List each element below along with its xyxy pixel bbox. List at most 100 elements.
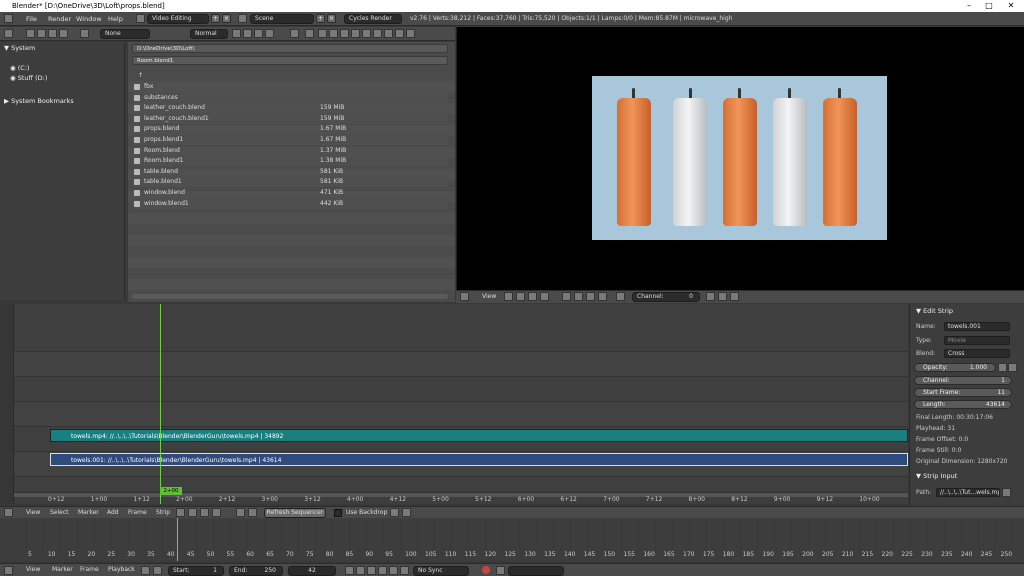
prev-keyframe-icon[interactable] <box>356 566 365 575</box>
scene-field[interactable]: Scene <box>250 14 314 24</box>
sync-mode-dropdown[interactable]: No Sync <box>413 566 469 576</box>
menu-view[interactable]: View <box>482 291 496 303</box>
drive-d[interactable]: ◉ Stuff (D:) <box>10 74 47 82</box>
file-row[interactable]: substances <box>132 91 448 103</box>
file-row[interactable]: leather_couch.blend1 159 MiB <box>132 112 448 124</box>
use-backdrop-checkbox[interactable] <box>334 509 342 517</box>
menu-marker[interactable]: Marker <box>52 564 73 576</box>
display-mode-icon[interactable] <box>504 292 513 301</box>
snap-icon[interactable] <box>212 508 221 517</box>
lock-icon[interactable] <box>1008 363 1017 372</box>
back-arrow-icon[interactable] <box>26 29 35 38</box>
filter-font-icon[interactable] <box>373 29 382 38</box>
strip-input-panel[interactable]: ▼ Strip Input <box>916 472 957 480</box>
lock-icon[interactable] <box>248 508 257 517</box>
remove-layout-button[interactable]: × <box>222 14 231 23</box>
camera-icon[interactable] <box>390 508 399 517</box>
parent-dir-icon[interactable] <box>48 29 57 38</box>
backdrop-icon[interactable] <box>706 292 715 301</box>
view-type-icon[interactable] <box>188 508 197 517</box>
movie-strip-towels-001[interactable]: towels.001: //..\..\..\Tutorials\Blender… <box>50 453 908 466</box>
filter-movie-icon[interactable] <box>351 29 360 38</box>
strip-name-field[interactable]: towels.001 <box>944 322 1010 331</box>
filter-text-icon[interactable] <box>395 29 404 38</box>
editor-type-icon[interactable] <box>4 508 13 517</box>
hide-dot-icon[interactable] <box>290 29 299 38</box>
directory-path-field[interactable]: D:\OneDrive\3D\Loft\ <box>132 44 448 53</box>
sort-ext-icon[interactable] <box>243 29 252 38</box>
strip-path-field[interactable]: //..\..\..\Tut...wels.mp4 <box>936 488 1000 497</box>
channel-slider[interactable]: Channel: 1 <box>914 376 1012 385</box>
menu-window[interactable]: Window <box>76 12 102 26</box>
jump-start-icon[interactable] <box>345 566 354 575</box>
file-row[interactable]: window.blend 471 KiB <box>132 187 448 198</box>
channels-icon[interactable] <box>200 508 209 517</box>
file-row[interactable]: fbx <box>132 81 448 92</box>
scopes-icon[interactable] <box>616 292 625 301</box>
add-scene-button[interactable]: + <box>316 14 325 23</box>
next-keyframe-icon[interactable] <box>389 566 398 575</box>
file-row[interactable]: Room.blend 1.37 MiB <box>132 145 448 156</box>
start-frame-slider[interactable]: Start Frame: 11 <box>914 388 1012 397</box>
file-row[interactable]: Room.blend1 1.38 MiB <box>132 155 448 167</box>
file-row[interactable]: window.blend1 442 KiB <box>132 197 448 209</box>
display-mode-icon[interactable] <box>176 508 185 517</box>
scene-icon[interactable] <box>238 14 247 23</box>
sort-size-icon[interactable] <box>265 29 274 38</box>
record-icon[interactable] <box>482 566 490 574</box>
menu-render[interactable]: Render <box>48 12 71 26</box>
render-icon[interactable] <box>402 508 411 517</box>
blend-dropdown[interactable]: Cross <box>944 349 1010 358</box>
sort-alpha-icon[interactable] <box>232 29 241 38</box>
minimize-button[interactable]: – <box>958 0 980 12</box>
camera-icon[interactable] <box>718 292 727 301</box>
add-layout-button[interactable]: + <box>211 14 220 23</box>
remove-scene-button[interactable]: × <box>327 14 336 23</box>
screen-layout-field[interactable]: Video Editing <box>147 14 209 24</box>
safe-area-icon[interactable] <box>598 292 607 301</box>
refresh-sequencer-button[interactable]: Refresh Sequencer <box>264 508 326 518</box>
screen-layout-icon[interactable] <box>136 14 145 23</box>
drive-c[interactable]: ◉ (C:) <box>10 64 30 72</box>
filter-script-icon[interactable] <box>362 29 371 38</box>
overlay-icon[interactable] <box>236 508 245 517</box>
file-row[interactable]: props.blend1 1.67 MiB <box>132 134 448 145</box>
keyframe-icon[interactable] <box>998 363 1007 372</box>
play-reverse-icon[interactable] <box>367 566 376 575</box>
system-section[interactable]: ▼ System <box>4 44 35 52</box>
file-row[interactable]: props.blend 1.67 MiB <box>132 123 448 134</box>
forward-arrow-icon[interactable] <box>37 29 46 38</box>
lock-icon[interactable] <box>153 566 162 575</box>
channel-field[interactable]: Channel: 0 <box>632 292 700 302</box>
menu-view[interactable]: View <box>26 564 40 576</box>
gpu-icon[interactable] <box>586 292 595 301</box>
keying-set-field[interactable] <box>508 566 564 576</box>
edit-strip-panel[interactable]: ▼ Edit Strip <box>916 307 953 315</box>
overlay-icon[interactable] <box>562 292 571 301</box>
movie-strip-towels-mp4[interactable]: towels.mp4: //..\..\..\Tutorials\Blender… <box>50 429 908 442</box>
start-frame-field[interactable]: Start: 1 <box>168 566 224 576</box>
end-frame-field[interactable]: End: 250 <box>229 566 283 576</box>
editor-type-icon[interactable] <box>4 14 13 23</box>
refresh-icon[interactable] <box>59 29 68 38</box>
menu-file[interactable]: File <box>26 12 37 26</box>
timeline-area[interactable]: 5 10 15 20 25 30 35 40 45 50 55 60 65 70 75 80 85 90 95 100… <box>0 518 1024 561</box>
timeline-playhead[interactable] <box>177 518 178 561</box>
sort-time-icon[interactable] <box>254 29 263 38</box>
filter-icon[interactable] <box>305 29 314 38</box>
preview-range-icon[interactable] <box>141 566 150 575</box>
sequencer-playhead[interactable] <box>160 304 161 504</box>
parent-dir-row[interactable]: ↑ <box>132 70 448 81</box>
file-row[interactable]: table.blend1 581 KiB <box>132 176 448 188</box>
filter-misc-icon[interactable] <box>406 29 415 38</box>
channels-icon[interactable] <box>528 292 537 301</box>
filter-dropdown[interactable]: None <box>100 29 150 39</box>
menu-playback[interactable]: Playback <box>108 564 135 576</box>
sequencer-time-ruler[interactable]: 0+12 1+00 1+12 2+00 2+12 3+00 3+12 4+00 4+12 5+00… <box>14 493 908 503</box>
menu-help[interactable]: Help <box>108 12 123 26</box>
filter-blend-icon[interactable] <box>329 29 338 38</box>
display-mode-dropdown[interactable]: Normal <box>190 29 228 39</box>
menu-frame[interactable]: Frame <box>80 564 99 576</box>
editor-type-icon[interactable] <box>460 292 469 301</box>
zoom-icon[interactable] <box>574 292 583 301</box>
